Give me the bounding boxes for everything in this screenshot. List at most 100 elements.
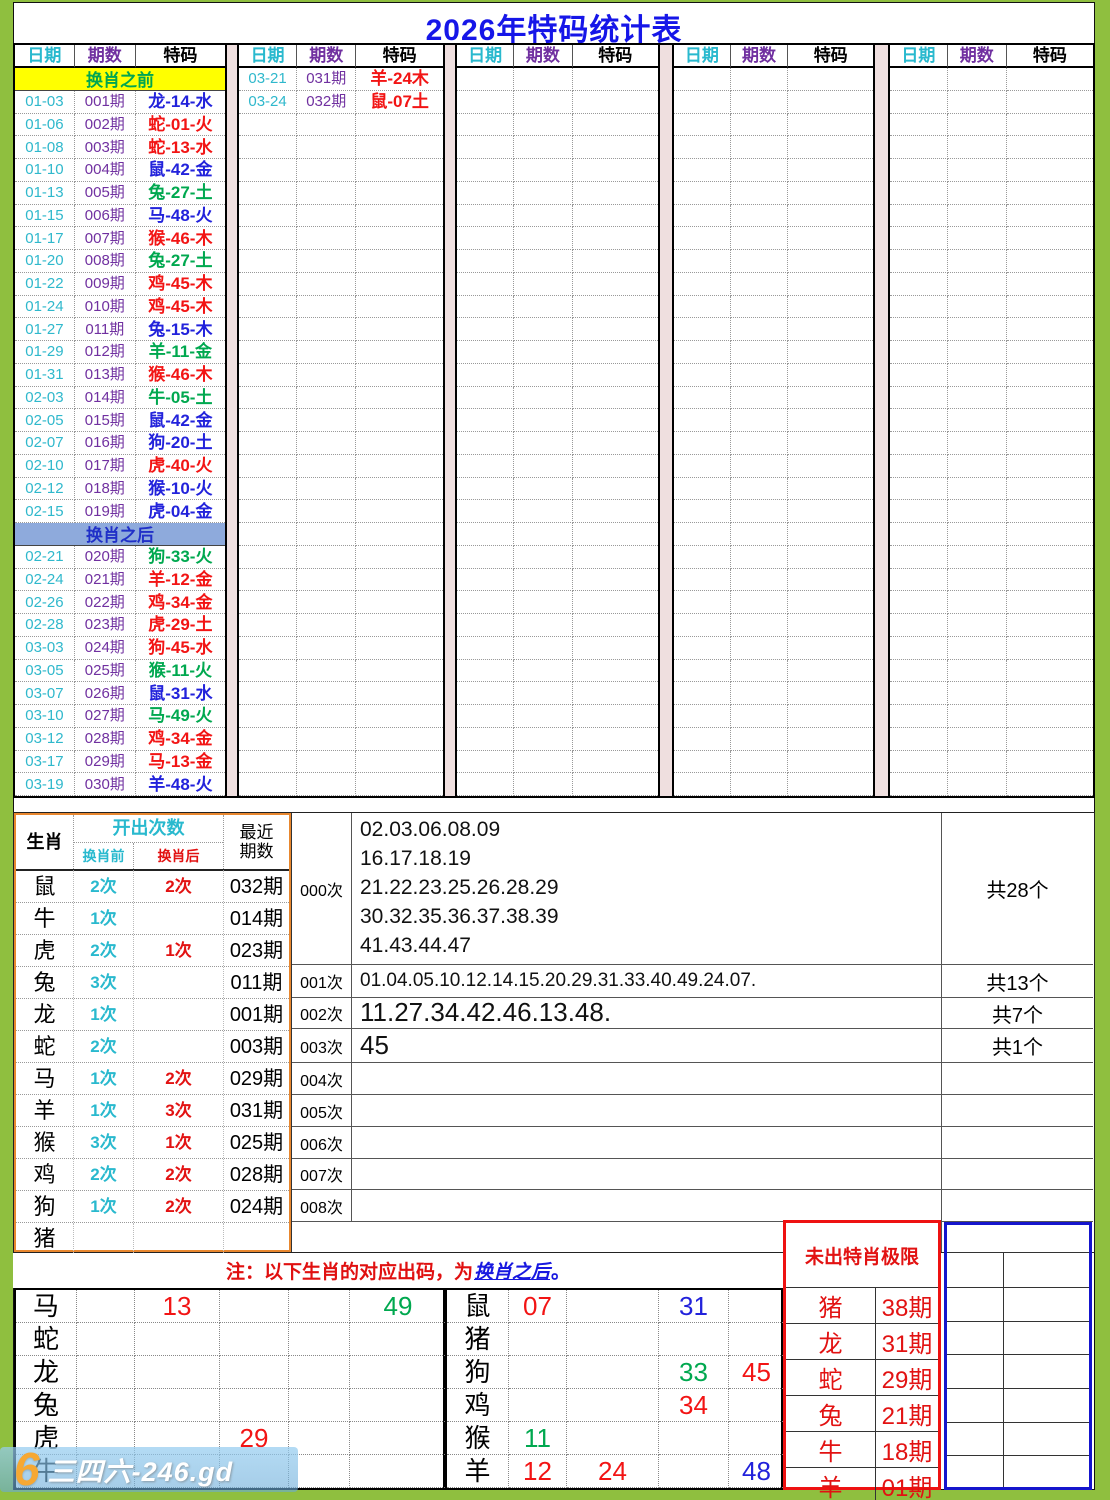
period-group-1: 日期 期数 特码 换肖之前 01-03 001期 龙-14-水 01-06 002期 蛇-01-火… xyxy=(13,43,227,798)
numbers-line: 02.03.06.08.09 xyxy=(360,818,501,842)
bottom-number-cell xyxy=(220,1323,289,1356)
bottom-number-cell: 24 xyxy=(567,1455,659,1488)
code-cell xyxy=(1006,136,1093,159)
period-cell xyxy=(947,500,1007,523)
zodiac-row: 鼠 2次 2次 032期 xyxy=(16,871,289,903)
code-cell: 猴-11-火 xyxy=(135,660,225,683)
count-numbers xyxy=(352,1095,941,1126)
period-cell xyxy=(297,614,357,637)
period-cell xyxy=(514,682,573,705)
count-before-change: 2次 xyxy=(74,1031,134,1062)
date-cell xyxy=(674,477,731,501)
period-cell xyxy=(947,545,1007,569)
code-cell xyxy=(356,318,443,341)
date-cell xyxy=(890,204,948,228)
numbers-line: 30.32.35.36.37.38.39 xyxy=(360,904,559,928)
date-cell xyxy=(890,523,948,546)
code-cell xyxy=(356,751,443,774)
date-cell xyxy=(890,568,948,592)
code-cell xyxy=(788,432,873,455)
period-cell xyxy=(730,636,789,660)
period-cell xyxy=(297,432,357,455)
period-cell xyxy=(514,591,573,614)
empty-cell xyxy=(947,1253,1089,1288)
code-cell xyxy=(356,523,443,546)
count-row: 004次 xyxy=(292,1063,941,1095)
period-cell xyxy=(730,386,789,410)
recent-period: 014期 xyxy=(223,903,289,934)
bottom-number-cell: 11 xyxy=(509,1422,567,1455)
date-cell xyxy=(239,204,298,228)
period-cell xyxy=(947,409,1007,432)
period-cell xyxy=(947,90,1007,114)
period-cell xyxy=(297,682,357,705)
header-recent-line1: 最近 xyxy=(239,823,274,843)
period-cell xyxy=(297,773,357,796)
recent-period: 024期 xyxy=(223,1191,289,1222)
code-cell xyxy=(572,546,658,569)
count-before-change xyxy=(74,1223,134,1255)
period-cell: 027期 xyxy=(74,705,136,728)
date-cell xyxy=(239,614,298,637)
column-header-date: 日期 xyxy=(457,45,515,68)
limit-zodiac: 龙 xyxy=(786,1324,876,1359)
code-cell xyxy=(788,705,873,728)
total-count: 共13个 xyxy=(942,965,1093,998)
zodiac-body: 鼠 2次 2次 032期牛 1次 014期虎 2次 1次 023期兔 3次 011期龙 1次 001期蛇… xyxy=(16,871,289,1255)
period-cell: 003期 xyxy=(74,136,136,159)
code-cell xyxy=(356,500,443,523)
zodiac-row: 虎 2次 1次 023期 xyxy=(16,935,289,967)
bottom-zodiac-name: 猴 xyxy=(447,1422,509,1455)
date-cell xyxy=(890,659,948,683)
bottom-number-cell: 45 xyxy=(729,1356,785,1389)
count-row: 006次 xyxy=(292,1127,941,1159)
group-separator xyxy=(227,43,237,798)
recent-period: 031期 xyxy=(223,1095,289,1126)
code-cell: 鼠-42-金 xyxy=(135,409,225,432)
bottom-zodiac-name: 兔 xyxy=(16,1389,77,1422)
date-cell xyxy=(239,295,298,319)
code-cell xyxy=(356,660,443,683)
code-cell xyxy=(356,409,443,432)
date-cell xyxy=(239,636,298,660)
code-cell xyxy=(1006,205,1093,228)
code-cell xyxy=(572,500,658,523)
zodiac-row: 龙 1次 001期 xyxy=(16,999,289,1031)
count-label: 008次 xyxy=(292,1190,352,1221)
code-cell xyxy=(1006,91,1093,114)
zodiac-name: 鼠 xyxy=(16,871,74,902)
code-cell xyxy=(572,409,658,432)
date-cell xyxy=(890,545,948,569)
limit-zodiac: 牛 xyxy=(786,1432,876,1467)
code-cell xyxy=(572,660,658,683)
column-header-period: 期数 xyxy=(74,45,136,68)
limit-row: 蛇 29期 xyxy=(786,1360,938,1396)
period-cell xyxy=(514,705,573,728)
code-cell xyxy=(788,136,873,159)
code-cell xyxy=(788,614,873,637)
column-header-code: 特码 xyxy=(135,45,225,68)
date-cell: 03-10 xyxy=(15,705,75,728)
code-cell xyxy=(356,341,443,364)
date-cell xyxy=(239,227,298,250)
limit-row: 猪 38期 xyxy=(786,1288,938,1324)
date-cell xyxy=(239,659,298,683)
date-cell: 01-15 xyxy=(15,204,75,228)
limit-row: 龙 31期 xyxy=(786,1324,938,1360)
code-cell xyxy=(572,68,658,91)
period-cell: 030期 xyxy=(74,773,136,796)
code-cell xyxy=(572,682,658,705)
period-cell xyxy=(297,409,357,432)
code-cell xyxy=(572,296,658,319)
column-header-date: 日期 xyxy=(239,45,298,68)
recent-period: 028期 xyxy=(223,1159,289,1190)
period-cell xyxy=(514,545,573,569)
period-group-4: 日期 期数 特码 xyxy=(672,43,875,798)
period-cell xyxy=(730,204,789,228)
limit-period: 31期 xyxy=(881,1331,933,1358)
period-cell: 023期 xyxy=(74,614,136,637)
period-cell: 032期 xyxy=(297,90,357,114)
period-cell xyxy=(514,727,573,751)
bottom-number-cell xyxy=(135,1356,220,1389)
period-cell xyxy=(514,136,573,159)
